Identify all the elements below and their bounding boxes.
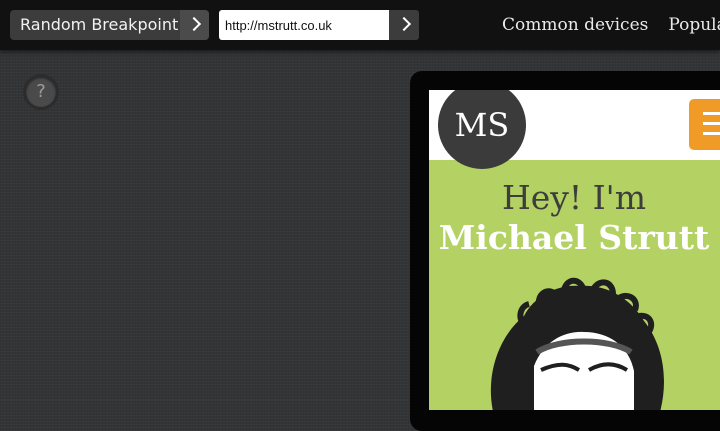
top-toolbar: Random Breakpoint Common devices Popular: [0, 0, 720, 50]
chevron-right-icon: [180, 10, 209, 40]
go-button[interactable]: [389, 10, 419, 40]
url-input[interactable]: [219, 10, 389, 40]
hero-name: Michael Strutt: [438, 218, 710, 257]
site-logo[interactable]: MS: [438, 90, 526, 169]
chevron-right-icon: [396, 16, 412, 32]
top-nav: Common devices Popular: [502, 0, 720, 50]
nav-popular[interactable]: Popular: [668, 0, 720, 50]
portrait-illustration: [490, 277, 664, 410]
hamburger-icon: [703, 112, 720, 115]
random-breakpoint-label: Random Breakpoint: [20, 15, 179, 34]
site-header: MS: [429, 90, 720, 169]
hero-greeting: Hey! I'm: [501, 178, 647, 217]
random-breakpoint-button[interactable]: Random Breakpoint: [10, 10, 209, 40]
device-screen[interactable]: MS Hey! I'm Michael Strutt: [429, 90, 720, 410]
url-bar: [219, 10, 419, 40]
nav-common-devices[interactable]: Common devices: [502, 0, 648, 50]
hamburger-menu-button[interactable]: [689, 99, 720, 150]
help-button[interactable]: ?: [26, 77, 56, 107]
